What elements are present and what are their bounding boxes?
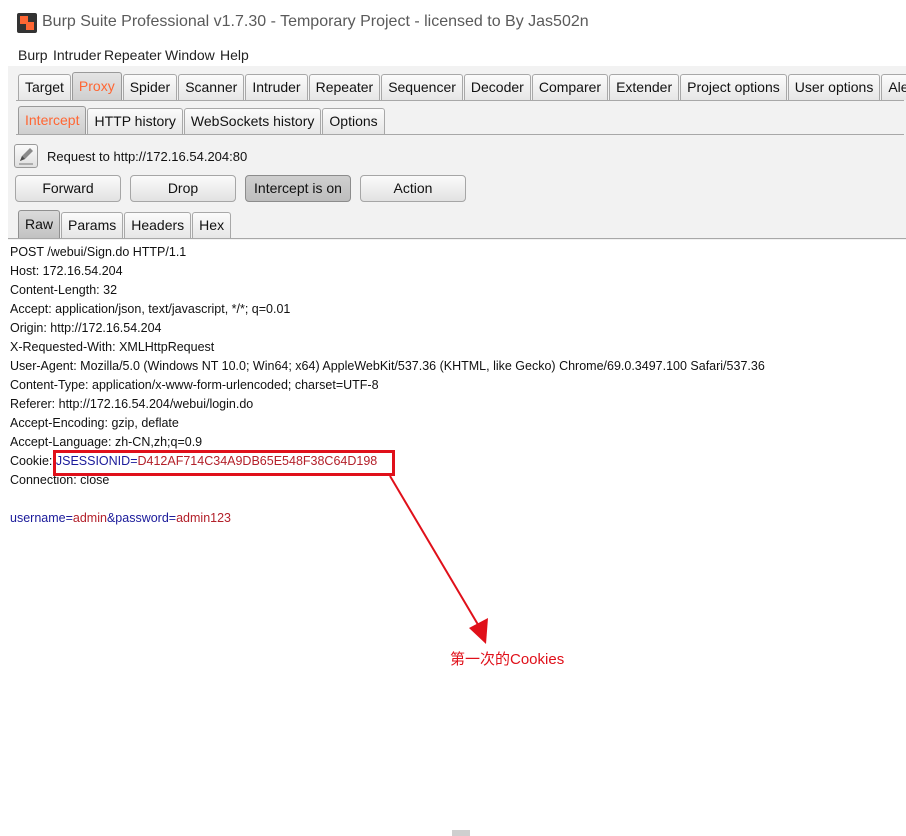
cookie-highlight-box — [53, 450, 395, 476]
main-panel: Target Proxy Spider Scanner Intruder Rep… — [8, 66, 906, 836]
top-tab-divider — [16, 100, 904, 101]
window-title: Burp Suite Professional v1.7.30 - Tempor… — [42, 13, 589, 30]
tab-proxy[interactable]: Proxy — [71, 72, 122, 100]
header-origin: Origin: http://172.16.54.204 — [10, 321, 162, 335]
body-equals-1: = — [65, 511, 73, 525]
proxy-tab-divider — [16, 134, 904, 135]
edit-request-icon[interactable] — [14, 144, 38, 168]
scrollbar-thumb[interactable] — [452, 830, 470, 836]
request-editor[interactable]: POST /webui/Sign.do HTTP/1.1 Host: 172.1… — [8, 240, 906, 836]
header-host: Host: 172.16.54.204 — [10, 264, 123, 278]
tab-scanner[interactable]: Scanner — [178, 74, 245, 100]
message-view-tab-bar: Raw Params Headers Hex — [18, 210, 232, 238]
body-key-password: password — [115, 511, 169, 525]
tab-params[interactable]: Params — [61, 212, 124, 238]
tab-raw[interactable]: Raw — [18, 210, 61, 238]
tab-repeater[interactable]: Repeater — [308, 74, 381, 100]
view-tab-divider — [8, 238, 906, 239]
request-line: POST /webui/Sign.do HTTP/1.1 — [10, 245, 187, 259]
intercept-toggle-button[interactable]: Intercept is on — [245, 175, 351, 202]
menu-burp[interactable]: Burp — [18, 47, 48, 63]
tab-http-history[interactable]: HTTP history — [87, 108, 183, 134]
menu-repeater[interactable]: Repeater — [104, 47, 162, 63]
cookie-label: Cookie: — [10, 454, 56, 468]
header-x-requested-with: X-Requested-With: XMLHttpRequest — [10, 340, 215, 354]
top-tab-bar: Target Proxy Spider Scanner Intruder Rep… — [18, 72, 906, 100]
tab-proxy-options[interactable]: Options — [322, 108, 385, 134]
request-target-label: Request to http://172.16.54.204:80 — [47, 149, 248, 164]
tab-user-options[interactable]: User options — [787, 74, 881, 100]
body-value-username: admin — [72, 511, 107, 525]
title-bar: Burp Suite Professional v1.7.30 - Tempor… — [0, 0, 906, 44]
forward-button[interactable]: Forward — [15, 175, 121, 202]
tab-decoder[interactable]: Decoder — [463, 74, 531, 100]
header-accept-language: Accept-Language: zh-CN,zh;q=0.9 — [10, 435, 203, 449]
header-user-agent: User-Agent: Mozilla/5.0 (Windows NT 10.0… — [10, 359, 765, 373]
tab-project-options[interactable]: Project options — [680, 74, 787, 100]
tab-extender[interactable]: Extender — [609, 74, 680, 100]
tab-hex[interactable]: Hex — [192, 212, 232, 238]
tab-intruder[interactable]: Intruder — [245, 74, 308, 100]
tab-headers[interactable]: Headers — [124, 212, 192, 238]
header-content-length: Content-Length: 32 — [10, 283, 118, 297]
header-accept: Accept: application/json, text/javascrip… — [10, 302, 291, 316]
tab-websockets-history[interactable]: WebSockets history — [183, 108, 322, 134]
tab-target[interactable]: Target — [18, 74, 71, 100]
proxy-tab-bar: Intercept HTTP history WebSockets histor… — [18, 106, 386, 134]
menu-bar: Burp Intruder Repeater Window Help — [0, 44, 906, 66]
menu-window[interactable]: Window — [165, 47, 215, 63]
tab-sequencer[interactable]: Sequencer — [381, 74, 463, 100]
body-key-username: username — [10, 511, 66, 525]
header-content-type: Content-Type: application/x-www-form-url… — [10, 378, 379, 392]
header-accept-encoding: Accept-Encoding: gzip, deflate — [10, 416, 179, 430]
header-referer: Referer: http://172.16.54.204/webui/logi… — [10, 397, 254, 411]
tab-alerts[interactable]: Alerts — [881, 74, 906, 100]
menu-help[interactable]: Help — [220, 47, 249, 63]
drop-button[interactable]: Drop — [130, 175, 236, 202]
tab-comparer[interactable]: Comparer — [531, 74, 609, 100]
pencil-icon — [19, 148, 33, 165]
action-button[interactable]: Action — [360, 175, 466, 202]
tab-intercept[interactable]: Intercept — [18, 106, 87, 134]
annotation-label: 第一次的Cookies — [450, 651, 565, 668]
request-body: username=admin&password=admin123 — [10, 511, 231, 525]
tab-spider[interactable]: Spider — [122, 74, 178, 100]
body-equals-2: = — [168, 511, 177, 525]
menu-intruder[interactable]: Intruder — [53, 47, 101, 63]
burp-logo-icon — [17, 13, 37, 33]
burp-window: Burp Suite Professional v1.7.30 - Tempor… — [0, 0, 906, 836]
body-value-password: admin123 — [176, 511, 232, 525]
